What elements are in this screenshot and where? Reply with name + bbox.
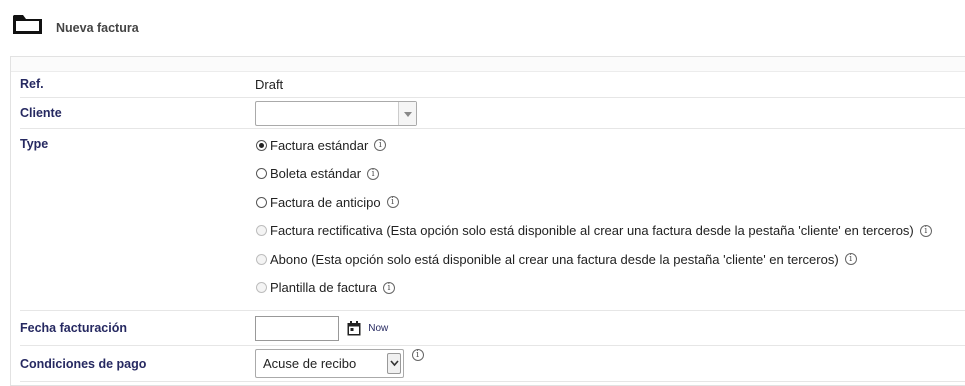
page-title: Nueva factura bbox=[56, 21, 139, 35]
cliente-label: Cliente bbox=[20, 97, 255, 129]
type-option-factura-rectificativa: Factura rectificativa (Esta opción solo … bbox=[255, 217, 965, 246]
condiciones-select[interactable]: Acuse de recibo bbox=[255, 349, 404, 378]
radio-boleta-estandar[interactable] bbox=[256, 168, 267, 180]
condiciones-label: Condiciones de pago bbox=[20, 345, 255, 382]
option-label: Abono (Esta opción solo está disponible … bbox=[270, 251, 839, 267]
row-condiciones: Condiciones de pago Acuse de recibo i bbox=[20, 345, 965, 382]
type-label: Type bbox=[20, 128, 255, 311]
info-icon[interactable]: i bbox=[374, 139, 387, 152]
row-cliente: Cliente bbox=[20, 97, 965, 129]
folder-icon bbox=[13, 15, 42, 34]
info-icon[interactable]: i bbox=[919, 224, 932, 237]
radio-abono bbox=[256, 253, 267, 265]
type-option-factura-anticipo[interactable]: Factura de anticipo i bbox=[255, 188, 965, 217]
option-label: Factura estándar bbox=[270, 137, 369, 153]
chevron-down-icon[interactable] bbox=[387, 353, 401, 374]
type-option-plantilla: Plantilla de factura i bbox=[255, 274, 965, 303]
radio-factura-estandar[interactable] bbox=[256, 139, 267, 151]
chevron-down-icon[interactable] bbox=[398, 101, 416, 125]
page-header: Nueva factura bbox=[0, 0, 965, 56]
invoice-form: Ref. Draft Cliente Type Factura estándar… bbox=[20, 71, 965, 382]
ref-label: Ref. bbox=[20, 71, 255, 98]
radio-factura-anticipo[interactable] bbox=[256, 196, 267, 208]
condiciones-selected-value: Acuse de recibo bbox=[263, 356, 357, 371]
cliente-select[interactable] bbox=[255, 100, 417, 126]
row-type: Type Factura estándar i Boleta estándar … bbox=[20, 128, 965, 311]
option-label: Factura rectificativa (Esta opción solo … bbox=[270, 223, 914, 239]
type-option-factura-estandar[interactable]: Factura estándar i bbox=[255, 131, 965, 160]
option-label: Plantilla de factura bbox=[270, 280, 377, 296]
option-label: Factura de anticipo bbox=[270, 194, 381, 210]
fecha-label: Fecha facturación bbox=[20, 310, 255, 346]
type-option-boleta-estandar[interactable]: Boleta estándar i bbox=[255, 160, 965, 189]
type-option-abono: Abono (Esta opción solo está disponible … bbox=[255, 245, 965, 274]
calendar-icon[interactable] bbox=[347, 320, 361, 336]
row-ref: Ref. Draft bbox=[20, 71, 965, 98]
now-link[interactable]: Now bbox=[368, 323, 388, 334]
radio-plantilla bbox=[256, 282, 267, 294]
info-icon[interactable]: i bbox=[386, 196, 399, 209]
radio-factura-rectificativa bbox=[256, 225, 267, 237]
info-icon[interactable]: i bbox=[367, 167, 380, 180]
option-label: Boleta estándar bbox=[270, 166, 362, 182]
info-icon[interactable]: i bbox=[411, 349, 424, 361]
info-icon[interactable]: i bbox=[844, 253, 857, 266]
ref-value: Draft bbox=[255, 71, 965, 98]
info-icon[interactable]: i bbox=[382, 281, 395, 294]
row-fecha: Fecha facturación Now bbox=[20, 310, 965, 346]
form-card: Ref. Draft Cliente Type Factura estándar… bbox=[10, 56, 965, 386]
fecha-input[interactable] bbox=[255, 315, 339, 341]
